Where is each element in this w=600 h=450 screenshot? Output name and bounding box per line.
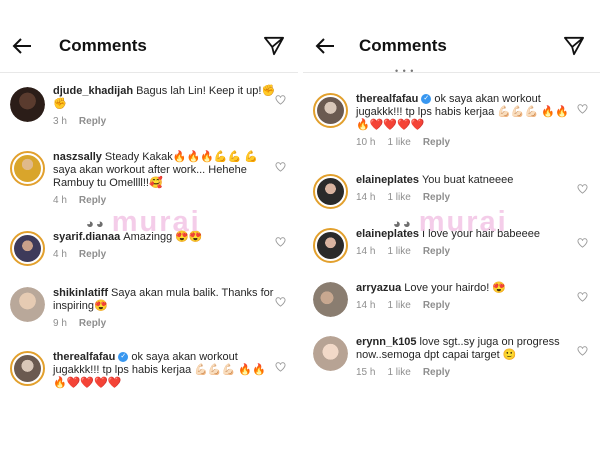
comment-time: 4 h (53, 195, 67, 206)
avatar[interactable] (10, 87, 45, 122)
page-title: Comments (359, 36, 447, 55)
comments-header: Comments (0, 0, 298, 73)
heart-outline-icon[interactable] (275, 362, 286, 372)
avatar[interactable] (313, 174, 348, 209)
comment-text: Love your hairdo! 😍 (404, 282, 507, 294)
like-count[interactable]: 1 like (387, 367, 410, 378)
comment-text: You buat katneeee (421, 174, 514, 186)
comments-header: Comments • • • (303, 0, 600, 76)
heart-outline-icon[interactable] (577, 104, 588, 114)
verified-badge-icon: ✓ (421, 94, 432, 105)
like-count[interactable]: 1 like (387, 137, 410, 148)
comment-time: 14 h (356, 192, 376, 203)
heart-outline-icon[interactable] (577, 238, 588, 248)
comment-time: 3 h (53, 116, 67, 127)
comment-username[interactable]: therealfafau (356, 93, 418, 105)
heart-outline-icon[interactable] (577, 184, 588, 194)
left-comments-screen: Comments djude_khadijah Bagus lah Lin! Ke… (0, 0, 298, 450)
reply-button[interactable]: Reply (423, 367, 450, 378)
avatar[interactable] (10, 151, 45, 186)
reply-button[interactable]: Reply (79, 318, 106, 329)
comment-time: 14 h (356, 300, 376, 311)
avatar[interactable] (313, 93, 348, 128)
comment-time: 4 h (53, 249, 67, 260)
reply-button[interactable]: Reply (79, 249, 106, 260)
comment-time: 9 h (53, 318, 67, 329)
verified-badge-icon: ✓ (118, 352, 129, 363)
like-count[interactable]: 1 like (387, 192, 410, 203)
reply-button[interactable]: Reply (79, 195, 106, 206)
avatar[interactable] (10, 231, 45, 266)
heart-outline-icon[interactable] (275, 297, 286, 307)
more-indicator: • • • (395, 66, 415, 76)
comment-username[interactable]: shikinlatiff (53, 287, 108, 299)
reply-button[interactable]: Reply (423, 192, 450, 203)
reply-button[interactable]: Reply (423, 300, 450, 311)
reply-button[interactable]: Reply (423, 137, 450, 148)
comment-time: 10 h (356, 137, 376, 148)
right-comments-screen: Comments • • • therealfafau ✓ ok saya akan… (303, 0, 600, 450)
comment-username[interactable]: erynn_k105 (356, 336, 417, 348)
comment-username[interactable]: therealfafau (53, 351, 115, 363)
like-count[interactable]: 1 like (387, 246, 410, 257)
paper-plane-icon[interactable] (563, 36, 585, 56)
paper-plane-icon[interactable] (263, 36, 285, 56)
avatar[interactable] (313, 336, 348, 371)
arrow-left-icon[interactable] (313, 34, 337, 58)
reply-button[interactable]: Reply (423, 246, 450, 257)
heart-outline-icon[interactable] (577, 346, 588, 356)
avatar[interactable] (313, 228, 348, 263)
watermark-logo: ◕◕ murai (393, 206, 508, 238)
avatar[interactable] (313, 282, 348, 317)
comment-username[interactable]: djude_khadijah (53, 85, 133, 97)
page-title: Comments (59, 36, 147, 55)
comment-username[interactable]: arryazua (356, 282, 401, 294)
heart-outline-icon[interactable] (275, 95, 286, 105)
comment-username[interactable]: naszsally (53, 151, 102, 163)
reply-button[interactable]: Reply (79, 116, 106, 127)
avatar[interactable] (10, 287, 45, 322)
like-count[interactable]: 1 like (387, 300, 410, 311)
heart-outline-icon[interactable] (275, 162, 286, 172)
heart-outline-icon[interactable] (577, 292, 588, 302)
arrow-left-icon[interactable] (10, 34, 34, 58)
heart-outline-icon[interactable] (275, 237, 286, 247)
comment-time: 14 h (356, 246, 376, 257)
comment-username[interactable]: elaineplates (356, 174, 419, 186)
comment-time: 15 h (356, 367, 376, 378)
watermark-logo: ◕◕ murai (86, 206, 201, 238)
avatar[interactable] (10, 351, 45, 386)
